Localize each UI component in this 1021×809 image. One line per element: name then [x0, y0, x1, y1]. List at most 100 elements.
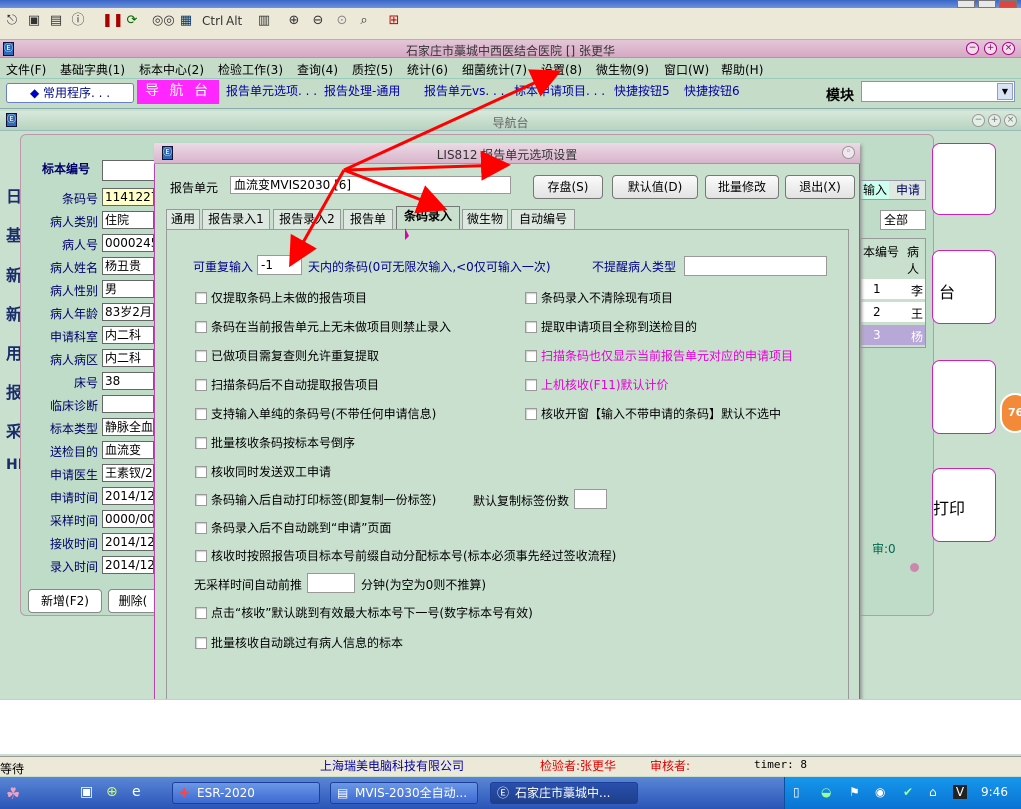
field-value[interactable]: 11412274	[102, 188, 154, 206]
filter-select[interactable]: 全部	[880, 210, 926, 230]
nav-tab-shortcut-6[interactable]: 快捷按钮6	[684, 82, 740, 102]
field-value[interactable]: 0000/00/	[102, 510, 154, 528]
checkbox-box[interactable]	[195, 408, 207, 420]
nav-tab-report-unit-options[interactable]: 报告单元选项. . .	[226, 82, 317, 102]
checkbox-box[interactable]	[525, 350, 537, 362]
option-checkbox[interactable]: 仅提取条码上未做的报告项目	[195, 291, 367, 307]
taskbar-item-mvis[interactable]: ▤ MVIS-2030全自动...	[330, 782, 478, 804]
tray-icon[interactable]: ▯	[793, 785, 800, 799]
checkbox-box[interactable]	[525, 321, 537, 333]
checkbox-box[interactable]	[195, 437, 207, 449]
option-checkbox[interactable]: 条码录入不清除现有项目	[525, 291, 673, 307]
nav-tile[interactable]	[932, 143, 996, 215]
no-sample-time-input[interactable]	[307, 573, 355, 593]
nav-tab-report-unit-vs[interactable]: 报告单元vs. . .	[424, 82, 504, 102]
navwin-minimize-icon[interactable]: −	[972, 114, 985, 127]
option-checkbox[interactable]: 支持输入单纯的条码号(不带任何申请信息)	[195, 407, 436, 423]
checkbox-box[interactable]	[195, 379, 207, 391]
repeat-days-input[interactable]: -1	[257, 255, 302, 275]
tab-request[interactable]: 申请	[891, 181, 925, 199]
field-value[interactable]: 内二科	[102, 326, 154, 344]
checkbox-box[interactable]	[525, 292, 537, 304]
dialog-close-icon[interactable]: ◦	[842, 146, 855, 159]
table-row-selected[interactable]: 3杨	[861, 325, 925, 345]
user-list-icon[interactable]: ▥	[256, 12, 272, 30]
field-value[interactable]: 2014/12/	[102, 533, 154, 551]
field-value[interactable]: 静脉全血	[102, 418, 154, 436]
navwin-restore-icon[interactable]: +	[988, 114, 1001, 127]
copy-count-input[interactable]	[574, 489, 607, 509]
mdi-close-icon[interactable]: ×	[1002, 42, 1015, 55]
target-icon[interactable]: ⊞	[386, 12, 402, 30]
mdi-restore-icon[interactable]: +	[984, 42, 997, 55]
table-row[interactable]: 2王	[861, 302, 925, 322]
menu-help[interactable]: 帮助(H)	[721, 61, 763, 78]
menu-lab-work[interactable]: 检验工作(3)	[218, 61, 283, 78]
option-checkbox[interactable]: 点击“核收”默认跳到有效最大标本号下一号(数字标本号有效)	[195, 606, 533, 622]
new-button[interactable]: 新增(F2)	[28, 589, 102, 613]
nav-tile[interactable]: 台	[932, 250, 996, 324]
quicklaunch-icon[interactable]: ⊕	[106, 784, 118, 800]
nav-tab-specimen-request[interactable]: 标本申请项目. . .	[514, 82, 605, 102]
zoom-select-icon[interactable]: ⌕	[356, 12, 372, 30]
zoom-fit-icon[interactable]: ⊙	[334, 12, 350, 30]
float-badge[interactable]: 76	[1000, 393, 1021, 433]
glasses-icon[interactable]: ◎◎	[152, 12, 175, 30]
nav-tile[interactable]	[932, 360, 996, 434]
module-select[interactable]: ▼	[861, 81, 1015, 102]
field-value[interactable]: 住院	[102, 211, 154, 229]
tab-input[interactable]: 输入	[861, 181, 889, 199]
close-icon[interactable]	[999, 0, 1017, 8]
menu-stats[interactable]: 统计(6)	[407, 61, 448, 78]
tab-general[interactable]: 通用	[166, 209, 200, 229]
field-value[interactable]: 王素钗/2	[102, 464, 154, 482]
menu-query[interactable]: 查询(4)	[297, 61, 338, 78]
field-value[interactable]: 男	[102, 280, 154, 298]
batch-modify-button[interactable]: 批量修改	[705, 175, 779, 199]
zoom-in-icon[interactable]: ⊕	[286, 12, 302, 30]
tab-report-entry-2[interactable]: 报告录入2	[273, 209, 341, 229]
menu-settings[interactable]: 设置(8)	[541, 61, 582, 78]
checkbox-box[interactable]	[525, 408, 537, 420]
table-row[interactable]: 1李	[861, 279, 925, 299]
tray-icon[interactable]: ⚑	[849, 785, 860, 799]
option-checkbox[interactable]: 上机核收(F11)默认计价	[525, 378, 669, 394]
checkbox-box[interactable]	[195, 350, 207, 362]
checkbox-box[interactable]	[525, 379, 537, 391]
menu-dictionary[interactable]: 基础字典(1)	[60, 61, 125, 78]
checkbox-box[interactable]	[195, 637, 207, 649]
checkbox-box[interactable]	[195, 292, 207, 304]
option-checkbox[interactable]: 条码输入后自动打印标签(即复制一份标签)	[195, 493, 436, 509]
taskbar-item-esr[interactable]: ✚ ESR-2020	[172, 782, 320, 804]
taskbar-item-hospital[interactable]: Ⓔ 石家庄市藁城中...	[490, 782, 638, 804]
tray-icon[interactable]: ◒	[821, 785, 831, 799]
menu-specimen-center[interactable]: 标本中心(2)	[139, 61, 204, 78]
menu-microbiology[interactable]: 微生物(9)	[596, 61, 649, 78]
specimen-no-input[interactable]	[102, 160, 156, 181]
field-value[interactable]: 2014/12/	[102, 556, 154, 574]
menu-qc[interactable]: 质控(5)	[352, 61, 393, 78]
field-value[interactable]: 2014/12/	[102, 487, 154, 505]
tab-barcode-entry[interactable]: 条码录入	[396, 206, 460, 230]
save-button[interactable]: 存盘(S)	[533, 175, 603, 199]
tab-report-entry-1[interactable]: 报告录入1	[202, 209, 270, 229]
alt-key[interactable]: Alt	[226, 12, 242, 30]
report-unit-field[interactable]: 血流变MVIS2030 [6]	[230, 176, 511, 194]
field-value[interactable]: 00002453	[102, 234, 154, 252]
option-checkbox[interactable]: 条码在当前报告单元上无未做项目则禁止录入	[195, 320, 451, 336]
menu-window[interactable]: 窗口(W)	[664, 61, 709, 78]
exit-button[interactable]: 退出(X)	[785, 175, 855, 199]
tray-icon[interactable]: V	[953, 785, 967, 799]
tab-auto-numbering[interactable]: 自动编号	[511, 209, 575, 229]
delete-button[interactable]: 删除(	[108, 589, 158, 613]
field-value[interactable]: 杨丑贵	[102, 257, 154, 275]
checkbox-box[interactable]	[195, 466, 207, 478]
print-preview-icon[interactable]: ▤	[48, 12, 64, 30]
navwin-close-icon[interactable]: ×	[1004, 114, 1017, 127]
option-checkbox[interactable]: 核收同时发送双工申请	[195, 465, 331, 481]
option-checkbox[interactable]: 批量核收自动跳过有病人信息的标本	[195, 636, 403, 652]
nav-tab-report-processing[interactable]: 报告处理-通用	[324, 82, 400, 102]
option-checkbox[interactable]: 已做项目需复查则允许重复提取	[195, 349, 379, 365]
field-value[interactable]: 血流变	[102, 441, 154, 459]
field-value[interactable]: 38	[102, 372, 154, 390]
